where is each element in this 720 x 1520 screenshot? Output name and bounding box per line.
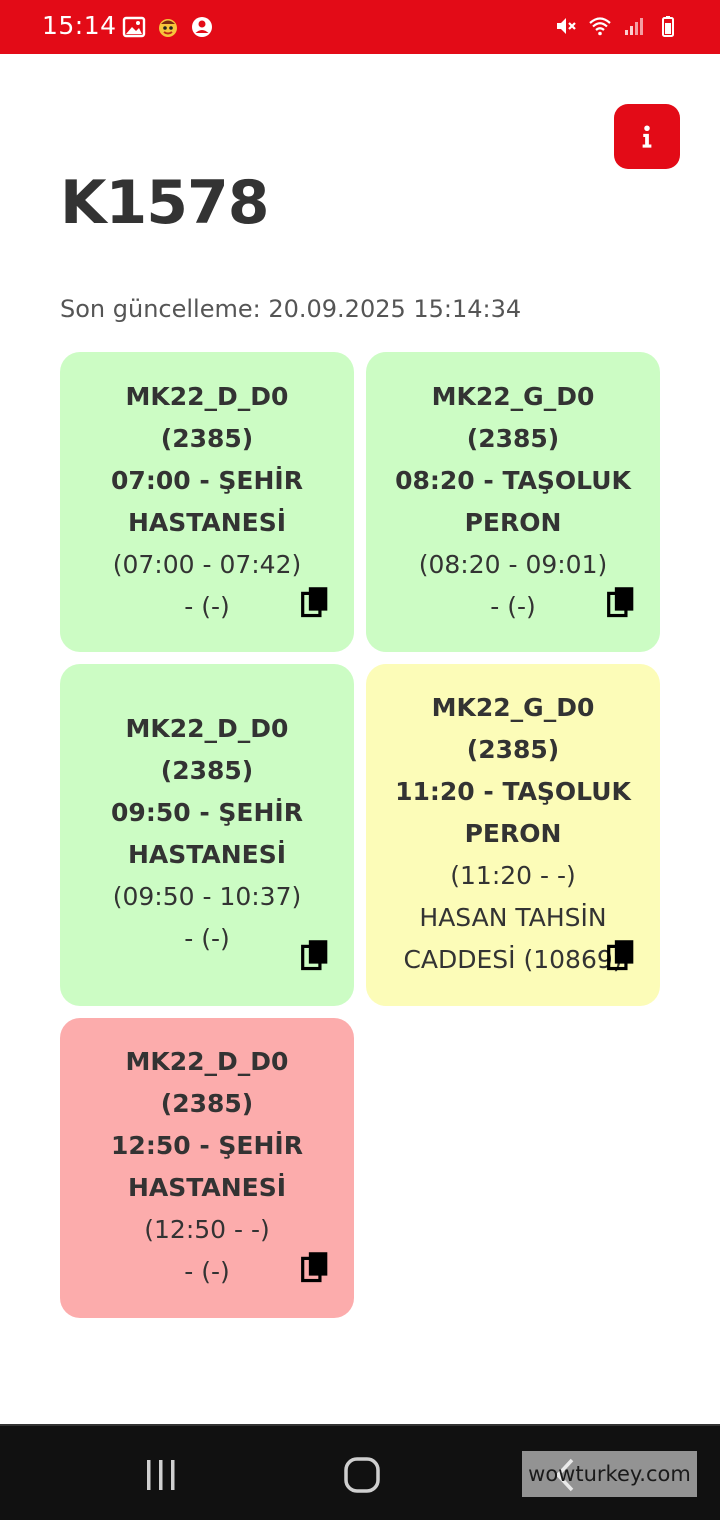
trip-departure-cont: HASTANESİ [127, 840, 287, 869]
trip-departure-cont: PERON [464, 508, 562, 537]
trip-departure-cont: HASTANESİ [127, 1173, 287, 1202]
trip-card[interactable]: MK22_D_D0 (2385) 12:50 - ŞEHİR HASTANESİ… [60, 1018, 354, 1318]
copy-icon[interactable] [300, 586, 330, 618]
trip-departure: 12:50 - ŞEHİR [111, 1131, 303, 1160]
trip-departure: 07:00 - ŞEHİR [111, 466, 303, 495]
status-left-icons [122, 15, 214, 39]
status-time: 15:14 [42, 11, 117, 40]
recent-apps-button[interactable] [131, 1450, 191, 1500]
copy-icon[interactable] [606, 586, 636, 618]
trip-card[interactable]: MK22_G_D0 (2385) 11:20 - TAŞOLUK PERON (… [366, 664, 660, 1006]
copy-icon[interactable] [606, 939, 636, 971]
app-icon [159, 19, 177, 37]
trip-code: (2385) [466, 735, 560, 764]
trip-time-range: (11:20 - -) [450, 861, 576, 890]
watermark: wowturkey.com [522, 1451, 697, 1497]
copy-icon[interactable] [300, 1251, 330, 1283]
image-icon [122, 16, 146, 38]
status-right-icons [554, 14, 680, 38]
signal-icon [625, 18, 643, 35]
recent-apps-icon [147, 1460, 175, 1490]
trip-location: HASAN TAHSİN [419, 903, 607, 932]
trip-route: MK22_G_D0 [431, 693, 595, 722]
trip-route: MK22_G_D0 [431, 382, 595, 411]
trip-departure: 11:20 - TAŞOLUK [395, 777, 631, 806]
trip-card[interactable]: MK22_D_D0 (2385) 07:00 - ŞEHİR HASTANESİ… [60, 352, 354, 652]
trip-time-range: (09:50 - 10:37) [112, 882, 302, 911]
account-icon [192, 17, 212, 37]
trip-route: MK22_D_D0 [125, 1047, 289, 1076]
home-button[interactable] [332, 1450, 392, 1500]
copy-icon[interactable] [300, 939, 330, 971]
trip-code: (2385) [160, 1089, 254, 1118]
home-icon [344, 1457, 380, 1493]
trip-code: (2385) [160, 424, 254, 453]
page-title: K1578 [60, 168, 269, 238]
wifi-icon [589, 17, 611, 36]
last-update-text: Son güncelleme: 20.09.2025 15:14:34 [60, 295, 522, 323]
trip-card[interactable]: MK22_D_D0 (2385) 09:50 - ŞEHİR HASTANESİ… [60, 664, 354, 1006]
trip-code: (2385) [160, 756, 254, 785]
trip-card[interactable]: MK22_G_D0 (2385) 08:20 - TAŞOLUK PERON (… [366, 352, 660, 652]
info-button[interactable] [614, 104, 680, 169]
trip-time-range: (07:00 - 07:42) [112, 550, 302, 579]
trip-route: MK22_D_D0 [125, 382, 289, 411]
mute-icon [557, 18, 576, 34]
trip-departure: 09:50 - ŞEHİR [111, 798, 303, 827]
trip-route: MK22_D_D0 [125, 714, 289, 743]
battery-icon [662, 16, 674, 37]
trip-departure: 08:20 - TAŞOLUK [395, 466, 631, 495]
trip-time-range: (08:20 - 09:01) [418, 550, 608, 579]
info-icon [642, 125, 652, 148]
status-bar: 15:14 [0, 0, 720, 54]
trip-departure-cont: HASTANESİ [127, 508, 287, 537]
trip-code: (2385) [466, 424, 560, 453]
trip-time-range: (12:50 - -) [144, 1215, 270, 1244]
trip-departure-cont: PERON [464, 819, 562, 848]
